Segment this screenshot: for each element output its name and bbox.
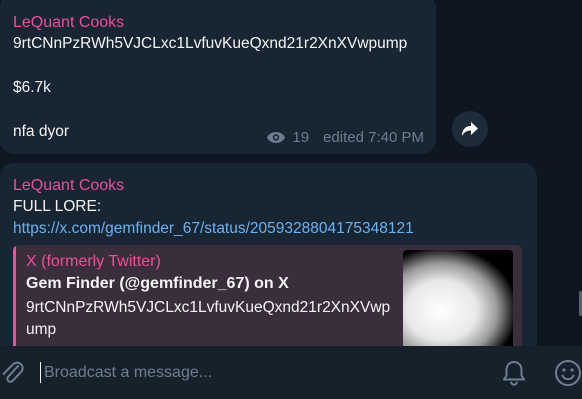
forward-icon [462, 122, 478, 136]
bell-icon[interactable] [501, 359, 527, 387]
message-sender[interactable]: LeQuant Cooks [13, 12, 424, 33]
preview-description: 9rtCNnPzRWh5VJCLxc1LvfuvKueQxnd21r2XnXVw… [26, 299, 391, 338]
message-bubble[interactable]: LeQuant Cooks FULL LORE: https://x.com/g… [0, 163, 537, 346]
eye-icon [267, 132, 286, 143]
message-line: 9rtCNnPzRWh5VJCLxc1LvfuvKueQxnd21r2XnXVw… [13, 35, 408, 52]
preview-site-name: X (formerly Twitter) [26, 253, 161, 270]
forward-button[interactable] [452, 111, 488, 147]
message-input[interactable] [42, 359, 486, 387]
preview-thumbnail[interactable] [403, 250, 513, 346]
message-text: FULL LORE: [13, 198, 102, 215]
message-link[interactable]: https://x.com/gemfinder_67/status/205932… [13, 218, 525, 240]
composer-bar [0, 346, 582, 399]
preview-title: Gem Finder (@gemfinder_67) on X [26, 275, 289, 292]
preview-accent-bar [13, 245, 16, 346]
message-line [13, 55, 424, 77]
chat-area: LeQuant Cooks 9rtCNnPzRWh5VJCLxc1LvfuvKu… [0, 0, 582, 346]
message-line: $6.7k [13, 79, 51, 96]
view-count: 19 [292, 129, 310, 146]
message-sender[interactable]: LeQuant Cooks [13, 175, 525, 196]
paperclip-icon[interactable] [0, 360, 24, 386]
text-caret [40, 362, 41, 383]
message-line [13, 99, 424, 121]
message-bubble[interactable]: LeQuant Cooks 9rtCNnPzRWh5VJCLxc1LvfuvKu… [0, 0, 436, 154]
smile-icon[interactable] [554, 359, 582, 387]
edited-time: edited 7:40 PM [323, 129, 424, 146]
message-meta: 19 edited 7:40 PM [266, 129, 424, 146]
link-preview[interactable]: X (formerly Twitter) Gem Finder (@gemfin… [13, 245, 522, 346]
